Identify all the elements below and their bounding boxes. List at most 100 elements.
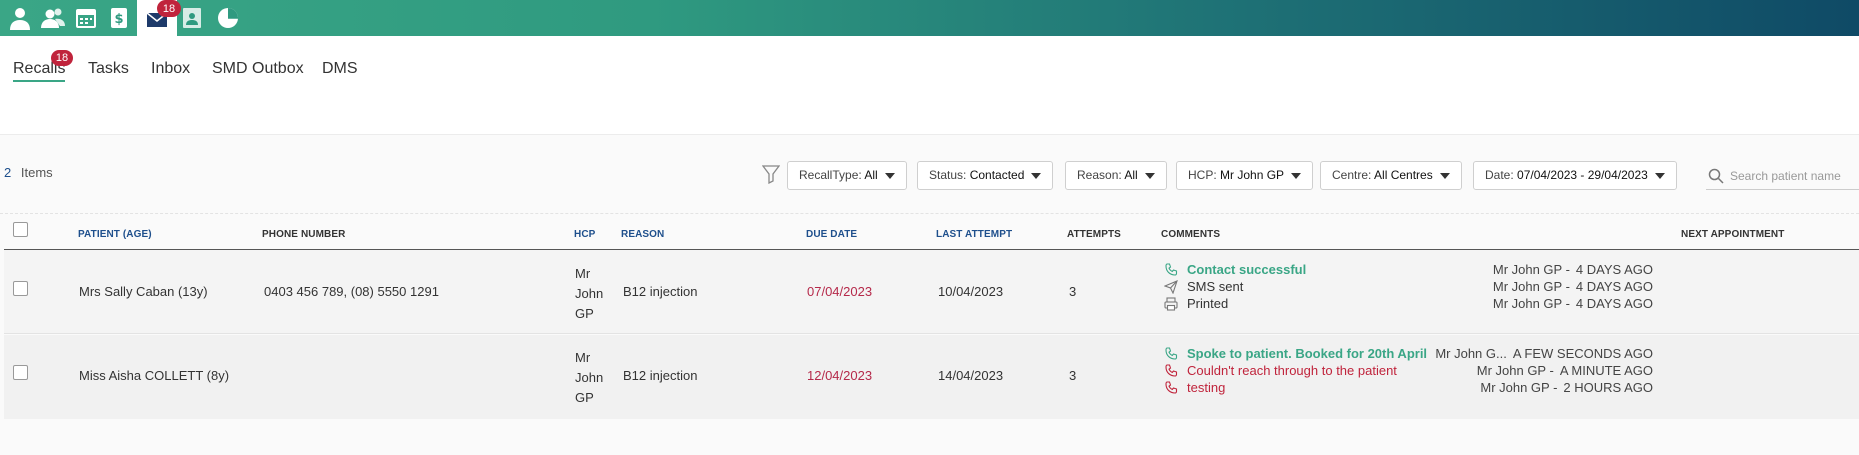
svg-text:$: $ — [114, 12, 123, 27]
printer-icon — [1164, 297, 1178, 311]
row-checkbox[interactable] — [13, 365, 28, 380]
tab-tasks-label: Tasks — [88, 60, 129, 77]
comment-text: SMS sent — [1187, 279, 1244, 294]
comment-time: A FEW SECONDS AGO — [1512, 346, 1653, 361]
chevron-down-icon — [1439, 173, 1450, 179]
hcp-line: Mr — [575, 350, 591, 365]
reason: B12 injection — [623, 368, 698, 383]
comment-byline: Mr John G... A FEW SECONDS AGO — [1435, 346, 1653, 361]
row-checkbox[interactable] — [13, 281, 28, 296]
hcp-line: GP — [575, 306, 594, 321]
centre-filter[interactable]: Centre: All Centres — [1320, 161, 1462, 190]
comment-time: 4 DAYS AGO — [1575, 296, 1653, 311]
tab-dms-label: DMS — [322, 60, 358, 77]
col-reason[interactable]: REASON — [621, 229, 664, 240]
top-nav-bar: $ 18 — [0, 0, 1859, 36]
comment-byline: Mr John GP - 4 DAYS AGO — [1493, 296, 1653, 311]
comment-time: 4 DAYS AGO — [1575, 279, 1653, 294]
comment-time: 2 HOURS AGO — [1563, 380, 1653, 395]
comment-author: Mr John GP - — [1492, 296, 1570, 311]
hcp-line: Mr — [575, 266, 591, 281]
col-next-appointment[interactable]: NEXT APPOINTMENT — [1681, 229, 1784, 240]
col-last-attempt[interactable]: LAST ATTEMPT — [936, 229, 1012, 240]
comment-time: A MINUTE AGO — [1559, 363, 1653, 378]
last-attempt: 10/04/2023 — [938, 284, 1004, 299]
attempts: 3 — [1069, 284, 1077, 299]
reason-filter-label: Reason: — [1077, 168, 1122, 182]
attempts: 3 — [1069, 368, 1077, 383]
tab-smd-outbox-label: SMD Outbox — [212, 60, 304, 77]
comment-byline: Mr John GP - A MINUTE AGO — [1477, 363, 1653, 378]
comment-text: testing — [1187, 380, 1226, 395]
items-count: 2 Items — [4, 165, 53, 180]
col-patient[interactable]: PATIENT (AGE) — [78, 229, 152, 240]
reason-filter-value: All — [1124, 168, 1138, 182]
col-hcp[interactable]: HCP — [574, 229, 595, 240]
patient-name[interactable]: Miss Aisha COLLETT (8y) — [79, 368, 229, 383]
filter-icon[interactable] — [762, 164, 780, 184]
tab-smd-outbox[interactable]: SMD Outbox — [212, 56, 304, 82]
status-filter[interactable]: Status: Contacted — [917, 161, 1054, 190]
contacts-icon[interactable] — [172, 0, 212, 36]
comment-author: Mr John GP - — [1492, 262, 1570, 277]
comment-byline: Mr John GP - 2 HOURS AGO — [1480, 380, 1653, 395]
comment-text: Printed — [1187, 296, 1229, 311]
status-filter-value: Contacted — [969, 168, 1025, 182]
patient-name[interactable]: Mrs Sally Caban (13y) — [79, 284, 208, 299]
chevron-down-icon — [884, 173, 895, 179]
table-row[interactable]: Mrs Sally Caban (13y) 0403 456 789, (08)… — [4, 250, 1859, 334]
hcp-filter[interactable]: HCP: Mr John GP — [1176, 161, 1314, 190]
phone-icon — [1165, 263, 1178, 276]
hcp-line: John — [575, 286, 604, 301]
reason: B12 injection — [623, 284, 698, 299]
recall-type-filter-label: RecallType: — [799, 168, 862, 182]
hcp-line: GP — [575, 390, 594, 405]
date-filter-label: Date: — [1485, 168, 1514, 182]
hcp-name: Mr John GP — [575, 264, 615, 324]
toolbar-divider — [0, 213, 1859, 214]
due-date: 07/04/2023 — [807, 284, 873, 299]
reason-filter[interactable]: Reason: All — [1065, 161, 1167, 190]
chevron-down-icon — [1031, 173, 1042, 179]
search-icon — [1708, 168, 1724, 184]
hcp-filter-value: Mr John GP — [1220, 168, 1285, 182]
table-row[interactable]: Miss Aisha COLLETT (8y) Mr John GP B12 i… — [4, 335, 1859, 419]
recalls-badge: 18 — [51, 50, 73, 66]
tab-recalls[interactable]: Recalls 18 — [13, 50, 73, 82]
last-attempt: 14/04/2023 — [938, 368, 1004, 383]
comment-time: 4 DAYS AGO — [1575, 262, 1653, 277]
tab-inbox[interactable]: Inbox — [151, 56, 190, 82]
centre-filter-label: Centre: — [1332, 168, 1372, 182]
status-filter-label: Status: — [929, 168, 967, 182]
date-filter-value: 07/04/2023 - 29/04/2023 — [1517, 168, 1648, 182]
items-count-number: 2 — [4, 165, 12, 180]
col-phone[interactable]: PHONE NUMBER — [262, 229, 345, 240]
col-attempts[interactable]: ATTEMPTS — [1067, 229, 1121, 240]
tab-dms[interactable]: DMS — [322, 56, 358, 82]
col-due-date[interactable]: DUE DATE — [806, 229, 857, 240]
billing-icon[interactable]: $ — [99, 0, 139, 36]
select-all-checkbox[interactable] — [13, 222, 28, 237]
phone-icon — [1165, 364, 1178, 377]
mail-icon[interactable]: 18 — [137, 0, 181, 36]
comment-author: Mr John GP - — [1476, 363, 1554, 378]
phone-icon — [1165, 347, 1178, 360]
reports-icon[interactable] — [208, 0, 248, 36]
comment-byline: Mr John GP - 4 DAYS AGO — [1493, 262, 1653, 277]
search-input[interactable] — [1730, 165, 1858, 187]
recall-type-filter[interactable]: RecallType: All — [787, 161, 907, 190]
centre-filter-value: All Centres — [1374, 168, 1433, 182]
items-count-label: Items — [20, 165, 53, 180]
tab-inbox-label: Inbox — [151, 60, 191, 77]
hcp-name: Mr John GP — [575, 348, 615, 408]
col-comments[interactable]: COMMENTS — [1161, 229, 1220, 240]
date-filter[interactable]: Date: 07/04/2023 - 29/04/2023 — [1473, 161, 1677, 190]
recall-type-filter-value: All — [864, 168, 878, 182]
recalls-header: Recalls 18 Tasks Inbox SMD Outbox DMS — [0, 36, 1859, 135]
hcp-filter-label: HCP: — [1188, 168, 1217, 182]
hcp-line: John — [575, 370, 604, 385]
comment-text: Spoke to patient. Booked for 20th April — [1187, 346, 1428, 361]
chevron-down-icon — [1654, 173, 1665, 179]
tab-tasks[interactable]: Tasks — [88, 56, 129, 82]
patient-search[interactable] — [1706, 161, 1859, 190]
